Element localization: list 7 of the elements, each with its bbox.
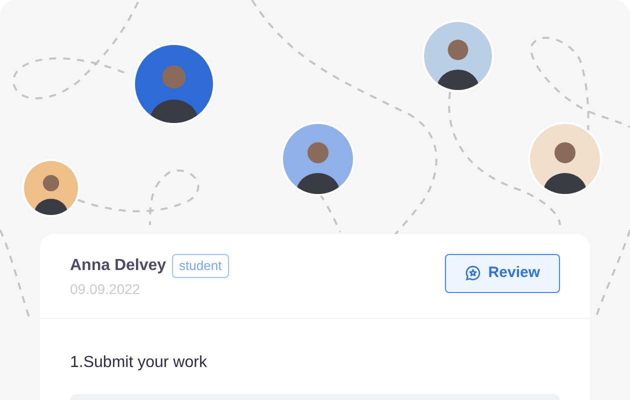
chat-star-icon [465,265,482,282]
task-title: 1.Submit your work [70,353,208,373]
user-name: Anna Delvey [70,256,166,276]
avatar [422,20,494,92]
review-button[interactable]: Review [445,254,560,292]
avatar [22,159,80,217]
role-tag: student [172,254,229,278]
